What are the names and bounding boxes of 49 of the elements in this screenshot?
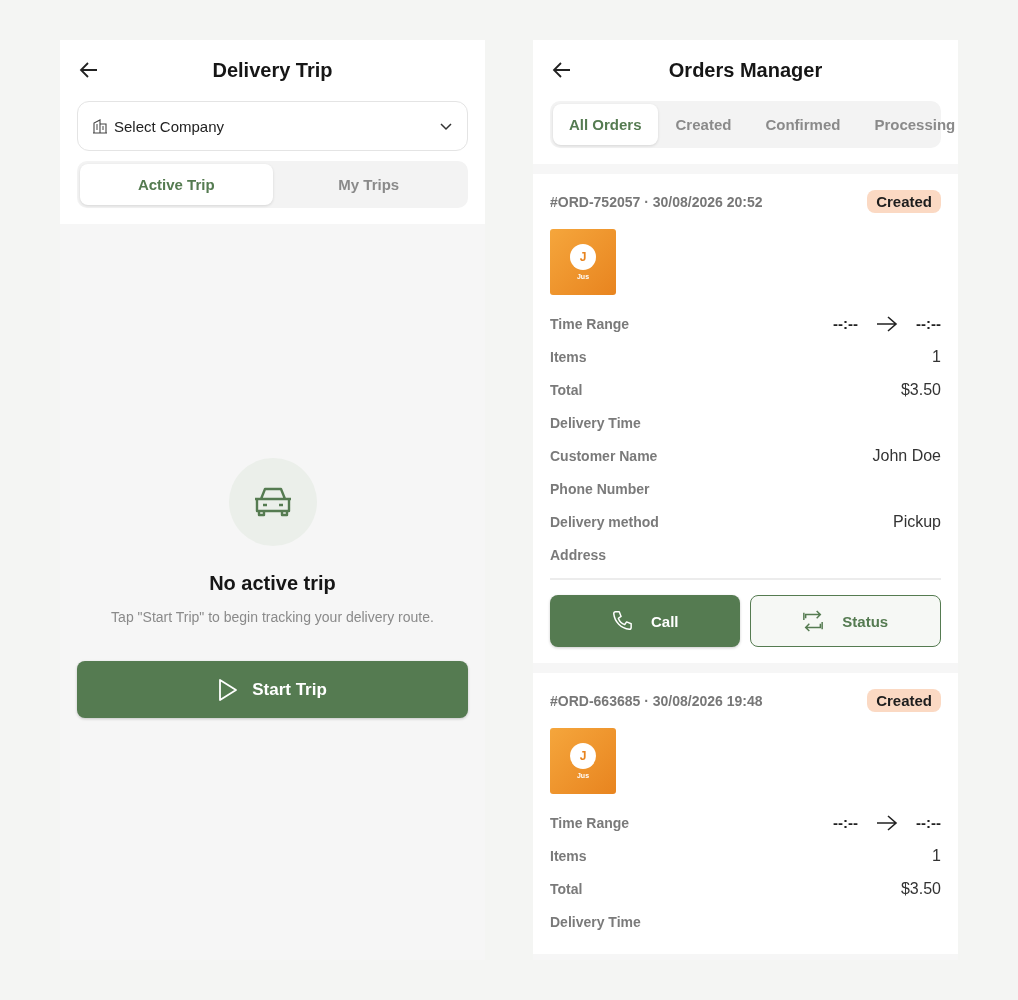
field-value: $3.50 — [900, 879, 941, 898]
field-label: Time Range — [550, 814, 630, 831]
thumbnail-initial: J — [570, 743, 596, 769]
field-label: Delivery Time — [550, 414, 641, 431]
field-label: Total — [550, 381, 583, 398]
arrow-right-icon — [876, 314, 898, 333]
field-label: Customer Name — [550, 447, 658, 464]
field-label: Delivery method — [550, 513, 659, 530]
building-icon — [92, 118, 108, 134]
empty-state-title: No active trip — [209, 572, 336, 595]
start-trip-button[interactable]: Start Trip — [77, 661, 468, 718]
play-icon — [218, 677, 239, 702]
arrow-right-icon — [876, 813, 898, 832]
field-label: Items — [550, 847, 587, 864]
page-title: Delivery Trip — [212, 58, 333, 82]
end-time: --:-- — [916, 814, 941, 831]
filter-tab[interactable]: Confirmed — [749, 104, 857, 145]
empty-state-message: Tap "Start Trip" to begin tracking your delivery route. — [111, 609, 434, 625]
order-id: #ORD-663685 · 30/08/2026 19:48 — [550, 692, 763, 709]
field-label: Delivery Time — [550, 913, 641, 930]
select-placeholder: Select Company — [114, 117, 226, 135]
tab[interactable]: My Trips — [272, 164, 465, 205]
field-value: Pickup — [892, 512, 941, 531]
start-time: --:-- — [833, 814, 858, 831]
field-label: Items — [550, 348, 587, 365]
field-label: Address — [550, 546, 607, 563]
filter-tab[interactable]: Processing — [858, 104, 958, 145]
status-button[interactable]: Status — [749, 595, 941, 647]
filter-tab[interactable]: All Orders — [553, 104, 658, 145]
end-time: --:-- — [916, 315, 941, 332]
call-button[interactable]: Call — [550, 595, 740, 647]
field-value: John Doe — [872, 446, 941, 465]
start-time: --:-- — [833, 315, 858, 332]
field-label: Total — [550, 880, 583, 897]
field-value: 1 — [932, 846, 941, 865]
swap-icon — [802, 610, 825, 632]
page-title: Orders Manager — [668, 58, 823, 82]
tab[interactable]: Active Trip — [80, 164, 273, 205]
field-label: Time Range — [550, 315, 630, 332]
filter-tab[interactable]: Created — [659, 104, 748, 145]
field-label: Phone Number — [550, 480, 650, 497]
field-value: 1 — [932, 347, 941, 366]
thumbnail-initial: J — [570, 244, 596, 270]
status-badge: Created — [867, 689, 941, 712]
order-id: #ORD-752057 · 30/08/2026 20:52 — [550, 193, 763, 210]
field-value: $3.50 — [900, 380, 941, 399]
company-select[interactable]: Select Company — [77, 101, 468, 151]
status-badge: Created — [867, 190, 941, 213]
phone-icon — [611, 610, 633, 632]
